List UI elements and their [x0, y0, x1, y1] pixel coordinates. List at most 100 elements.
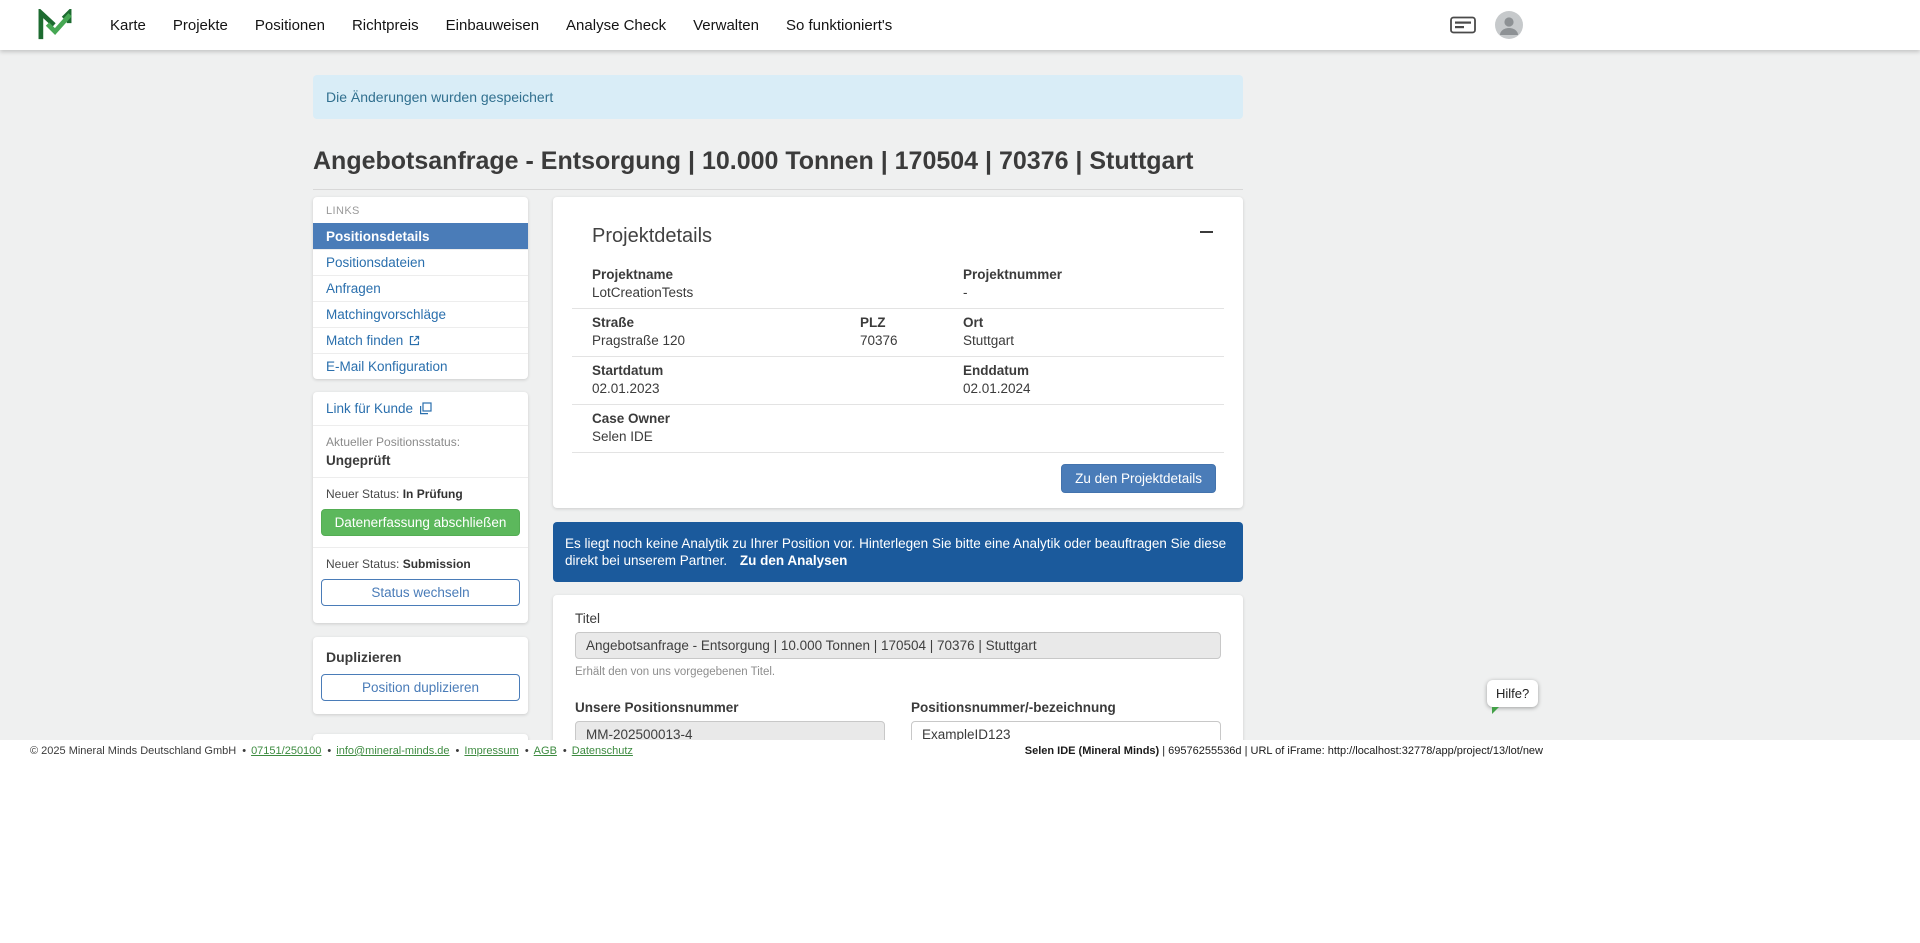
positionsnummer-label: Positionsnummer/-bezeichnung [911, 700, 1221, 715]
footer: © 2025 Mineral Minds Deutschland GmbH 07… [0, 740, 1920, 762]
saved-alert-text: Die Änderungen wurden gespeichert [326, 89, 553, 105]
next-status-section-1: Neuer Status: In Prüfung Datenerfassung … [313, 477, 528, 547]
plz-label: PLZ [860, 315, 963, 330]
sidebar-item-anfragen[interactable]: Anfragen [313, 275, 528, 301]
saved-alert: Die Änderungen wurden gespeichert [313, 75, 1243, 119]
current-status-value: Ungeprüft [326, 453, 515, 468]
unsere-positionsnummer-label: Unsere Positionsnummer [575, 700, 885, 715]
user-avatar[interactable] [1495, 11, 1523, 39]
page-title: Angebotsanfrage - Entsorgung | 10.000 To… [313, 147, 1243, 190]
sidebar-item-positionsdetails[interactable]: Positionsdetails [313, 223, 528, 249]
ort-value: Stuttgart [963, 333, 1224, 348]
sidebar-item-positionsdateien[interactable]: Positionsdateien [313, 249, 528, 275]
startdatum-value: 02.01.2023 [592, 381, 963, 396]
main-nav: Karte Projekte Positionen Richtpreis Ein… [110, 17, 892, 34]
enddatum-value: 02.01.2024 [963, 381, 1224, 396]
unsere-positionsnummer-input [575, 721, 885, 740]
nav-verwalten[interactable]: Verwalten [693, 17, 759, 34]
our-number-field: Unsere Positionsnummer Erhält eine syste… [575, 700, 885, 740]
link-fuer-kunde-label: Link für Kunde [326, 401, 413, 416]
app-logo[interactable] [38, 9, 72, 41]
sidebar: LINKS Positionsdetails Positionsdateien … [313, 197, 528, 740]
titel-help: Erhält den von uns vorgegebenen Titel. [575, 666, 1221, 678]
positionsnummer-input[interactable] [911, 721, 1221, 740]
duplizieren-card: Duplizieren Position duplizieren [313, 637, 528, 714]
nav-projekte[interactable]: Projekte [173, 17, 228, 34]
sidebar-links-card: LINKS Positionsdetails Positionsdateien … [313, 197, 528, 379]
position-duplizieren-button[interactable]: Position duplizieren [321, 674, 520, 701]
duplizieren-title: Duplizieren [326, 649, 515, 665]
footer-phone-link[interactable]: 07151/250100 [236, 745, 321, 757]
customer-link-section: Link für Kunde [313, 392, 528, 425]
nav-karte[interactable]: Karte [110, 17, 146, 34]
status-card: Link für Kunde Aktueller Positionsstatus… [313, 392, 528, 623]
next-status-label-2: Neuer Status: [326, 557, 399, 571]
match-finden-label: Match finden [326, 333, 403, 348]
nav-richtpreis[interactable]: Richtpreis [352, 17, 419, 34]
projektdetails-card: Projektdetails Projektname LotCreationTe… [553, 197, 1243, 508]
zu-den-projektdetails-button[interactable]: Zu den Projektdetails [1061, 464, 1216, 493]
footer-agb-link[interactable]: AGB [519, 745, 557, 757]
footer-copyright: © 2025 Mineral Minds Deutschland GmbH [30, 745, 236, 757]
nav-einbauweisen[interactable]: Einbauweisen [446, 17, 539, 34]
footer-user-name: Selen IDE (Mineral Minds) [1025, 745, 1159, 757]
projektdetails-title: Projektdetails [592, 225, 712, 248]
next-status-line-1: Neuer Status: In Prüfung [326, 487, 515, 501]
strasse-label: Straße [592, 315, 860, 330]
zu-den-analysen-link[interactable]: Zu den Analysen [740, 553, 848, 568]
sidebar-item-matchingvorschlaege[interactable]: Matchingvorschläge [313, 301, 528, 327]
footer-datenschutz-link[interactable]: Datenschutz [557, 745, 633, 757]
pd-row-name-number: Projektname LotCreationTests Projektnumm… [572, 261, 1224, 309]
case-owner-value: Selen IDE [592, 429, 1224, 444]
sidebar-item-email-konfiguration[interactable]: E-Mail Konfiguration [313, 353, 528, 379]
links-header: LINKS [313, 197, 528, 223]
mineral-minds-logo-icon [38, 9, 72, 41]
next-status-value-2: Submission [403, 557, 471, 571]
titel-label: Titel [575, 611, 1221, 626]
nav-so-funktionierts[interactable]: So funktioniert's [786, 17, 892, 34]
minus-bar [1200, 231, 1213, 233]
position-form-card: Titel Erhält den von uns vorgegebenen Ti… [553, 595, 1243, 740]
titel-input [575, 632, 1221, 659]
projektnummer-label: Projektnummer [963, 267, 1224, 282]
next-status-label-1: Neuer Status: [326, 487, 399, 501]
projektnummer-value: - [963, 285, 1224, 300]
link-fuer-kunde[interactable]: Link für Kunde [326, 401, 515, 416]
hilfe-button[interactable]: Hilfe? [1487, 680, 1538, 707]
enddatum-label: Enddatum [963, 363, 1224, 378]
analytics-alert-text: Es liegt noch keine Analytik zu Ihrer Po… [565, 536, 1226, 568]
external-link-icon [409, 335, 420, 346]
strasse-value: Pragstraße 120 [592, 333, 860, 348]
next-status-value-1: In Prüfung [403, 487, 463, 501]
navbar-right [1450, 0, 1523, 50]
analytics-alert: Es liegt noch keine Analytik zu Ihrer Po… [553, 522, 1243, 582]
main-area: Die Änderungen wurden gespeichert Angebo… [0, 50, 1920, 740]
case-owner-label: Case Owner [592, 411, 1224, 426]
projektname-value: LotCreationTests [592, 285, 963, 300]
startdatum-label: Startdatum [592, 363, 963, 378]
pd-row-dates: Startdatum 02.01.2023 Enddatum 02.01.202… [572, 357, 1224, 405]
main-content: Projektdetails Projektname LotCreationTe… [553, 197, 1243, 740]
footer-session-details: | 69576255536d | URL of iFrame: http://l… [1162, 745, 1543, 757]
next-status-section-2: Neuer Status: Submission Status wechseln [313, 547, 528, 617]
collapse-icon[interactable] [1198, 225, 1215, 239]
plz-value: 70376 [860, 333, 963, 348]
card-reader-icon[interactable] [1450, 15, 1476, 35]
pos-number-field: Positionsnummer/-bezeichnung Z.B. Intern… [911, 700, 1221, 740]
footer-email-link[interactable]: info@mineral-minds.de [321, 745, 449, 757]
current-status-section: Aktueller Positionsstatus: Ungeprüft [313, 425, 528, 477]
footer-impressum-link[interactable]: Impressum [450, 745, 519, 757]
nav-positionen[interactable]: Positionen [255, 17, 325, 34]
next-status-line-2: Neuer Status: Submission [326, 557, 515, 571]
footer-session-info: Selen IDE (Mineral Minds) | 69576255536d… [1025, 740, 1543, 762]
datenerfassung-abschliessen-button[interactable]: Datenerfassung abschließen [321, 509, 520, 536]
projektname-label: Projektname [592, 267, 963, 282]
top-navbar: Karte Projekte Positionen Richtpreis Ein… [0, 0, 1920, 50]
sidebar-item-match-finden[interactable]: Match finden [313, 327, 528, 353]
nav-analyse-check[interactable]: Analyse Check [566, 17, 666, 34]
current-status-label: Aktueller Positionsstatus: [326, 435, 515, 449]
pd-row-case-owner: Case Owner Selen IDE [572, 405, 1224, 453]
status-wechseln-button[interactable]: Status wechseln [321, 579, 520, 606]
pd-row-address: Straße Pragstraße 120 PLZ 70376 Ort Stut… [572, 309, 1224, 357]
copy-icon [419, 402, 432, 415]
